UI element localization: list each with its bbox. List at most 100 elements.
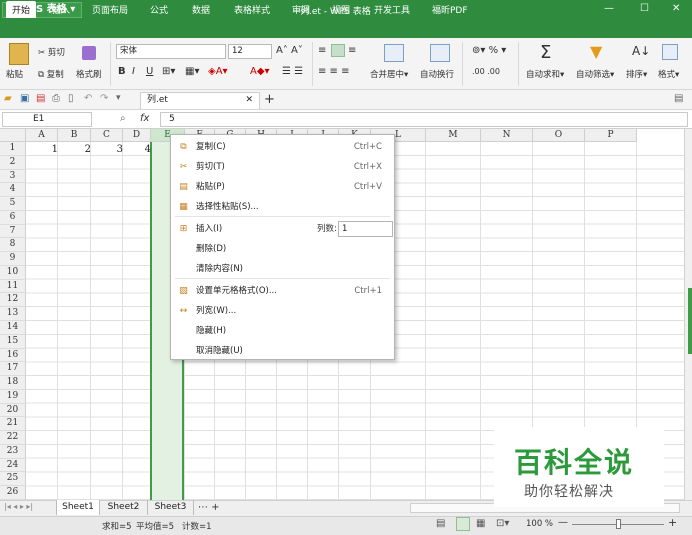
context-item-4[interactable]: ⊞ 插入(I) 列数: 1 [171,219,394,239]
minimize-icon[interactable]: — [604,3,614,14]
copy-button[interactable]: ⧉ 复制 [38,68,64,80]
brush-icon[interactable] [82,46,96,60]
context-item-7[interactable]: ▧ 设置单元格格式(O)... Ctrl+1 [171,281,394,301]
select-all-corner[interactable] [0,129,26,142]
column-header-M[interactable]: M [426,129,481,142]
cell-C1[interactable]: 3 [91,144,123,155]
print-icon[interactable]: ⎙ [52,93,60,104]
merge-icon[interactable] [384,44,404,62]
context-item-6[interactable]: 清除内容(N) [171,259,394,279]
row-header-18[interactable]: 18 [0,376,26,390]
sheet-tab-2[interactable]: Sheet2 [100,500,148,515]
context-item-10[interactable]: 取消隐藏(U) [171,341,394,361]
zoom-slider-thumb[interactable] [616,519,621,529]
insert-count-input[interactable]: 1 [338,221,393,237]
align-left-icon[interactable]: ≡ ≡ ≡ [318,66,350,77]
row-header-15[interactable]: 15 [0,334,26,349]
tab-menu-icon[interactable]: ▤ [674,93,683,104]
maximize-icon[interactable]: ☐ [640,3,649,14]
tab-view[interactable]: 视图 [332,3,350,16]
row-header-21[interactable]: 21 [0,417,26,432]
decimal-icon[interactable]: .00 .00 [472,67,500,76]
sheet-nav-icon[interactable]: |◂ ◂ ▸ ▸| [4,502,33,511]
format-button[interactable]: 格式▾ [658,68,679,80]
scroll-thumb[interactable] [688,288,692,354]
row-header-12[interactable]: 12 [0,293,26,308]
context-item-3[interactable]: ▦ 选择性粘贴(S)... [171,197,394,217]
context-item-5[interactable]: 删除(D) [171,239,394,259]
close-icon[interactable]: ✕ [672,3,680,14]
cut-button[interactable]: ✂ 剪切 [38,46,65,58]
column-header-B[interactable]: B [58,129,91,142]
zoom-level[interactable]: 100 % [526,519,553,529]
sheet-tab-1[interactable]: Sheet1 [56,500,100,515]
sort-button[interactable]: 排序▾ [626,68,647,80]
zoom-icon[interactable]: ⌕ [120,113,126,124]
align-middle-icon[interactable] [331,44,345,57]
fill-color-icon[interactable]: ▦▾ [185,66,199,77]
italic-icon[interactable]: I [132,66,135,77]
row-header-5[interactable]: 5 [0,197,26,211]
sheet-tab-3[interactable]: Sheet3 [148,500,194,515]
row-header-4[interactable]: 4 [0,183,26,198]
row-header-26[interactable]: 26 [0,486,26,501]
column-header-P[interactable]: P [585,129,637,142]
tab-table-style[interactable]: 表格样式 [234,3,270,16]
wrap-icon[interactable] [430,44,450,62]
context-item-0[interactable]: ⧉ 复制(C) Ctrl+C [171,137,394,157]
grow-font-icon[interactable]: A˄ A˅ [276,45,303,56]
cell-B1[interactable]: 2 [58,144,91,155]
row-header-1[interactable]: 1 [0,142,26,156]
sort-icon[interactable]: A↓ [632,44,650,58]
page-break-icon[interactable]: ▦ [476,518,485,529]
context-item-9[interactable]: 隐藏(H) [171,321,394,341]
row-header-24[interactable]: 24 [0,458,26,473]
row-header-20[interactable]: 20 [0,403,26,418]
context-item-2[interactable]: ▤ 粘贴(P) Ctrl+V [171,177,394,197]
paste-button[interactable]: 粘贴 [6,68,23,80]
currency-icon[interactable]: ⊚▾ % ▾ [472,45,506,56]
row-header-19[interactable]: 19 [0,389,26,404]
fx-icon[interactable]: fx [140,113,149,124]
align-top-icon[interactable]: ≡ [318,45,326,56]
sigma-icon[interactable]: Σ [540,42,551,63]
cell-A1[interactable]: 1 [26,144,58,155]
row-header-23[interactable]: 23 [0,444,26,459]
row-header-16[interactable]: 16 [0,348,26,363]
row-header-2[interactable]: 2 [0,155,26,170]
cell-D1[interactable]: 4 [123,144,151,155]
new-tab-icon[interactable]: + [264,92,275,107]
row-header-7[interactable]: 7 [0,224,26,239]
context-item-8[interactable]: ↔ 列宽(W)... [171,301,394,321]
column-header-D[interactable]: D [123,129,151,142]
row-header-14[interactable]: 14 [0,321,26,335]
merge-center-button[interactable]: 合并居中▾ [370,68,408,80]
customize-icon[interactable]: ▾ [116,93,121,103]
font-select[interactable]: 宋体 [116,44,226,59]
redo-icon[interactable]: ↷ [100,93,108,104]
bold-icon[interactable]: B [118,66,126,77]
row-header-10[interactable]: 10 [0,265,26,280]
underline-icon[interactable]: U [146,66,153,77]
align-bottom-icon[interactable]: ≡ [348,45,356,56]
tab-formulas[interactable]: 公式 [150,3,168,16]
tab-page-layout[interactable]: 页面布局 [92,3,128,16]
open-icon[interactable]: ▰ [4,93,12,104]
zoom-out-icon[interactable]: — [558,517,568,528]
preview-icon[interactable]: ▯ [68,93,74,104]
column-header-A[interactable]: A [26,129,58,142]
column-header-C[interactable]: C [91,129,123,142]
page-layout-icon[interactable] [456,517,470,531]
save-icon[interactable]: ▣ [20,93,29,104]
zoom-in-icon[interactable]: + [668,516,677,529]
format-painter-button[interactable]: 格式刷 [76,68,102,80]
row-header-25[interactable]: 25 [0,472,26,487]
column-header-O[interactable]: O [533,129,585,142]
row-header-22[interactable]: 22 [0,431,26,445]
row-header-3[interactable]: 3 [0,169,26,184]
tab-data[interactable]: 数据 [192,3,210,16]
pdf-icon[interactable]: ▤ [36,93,45,104]
paste-icon[interactable] [9,43,29,65]
document-tab[interactable]: 列.et ✕ [140,92,260,109]
row-header-6[interactable]: 6 [0,210,26,225]
